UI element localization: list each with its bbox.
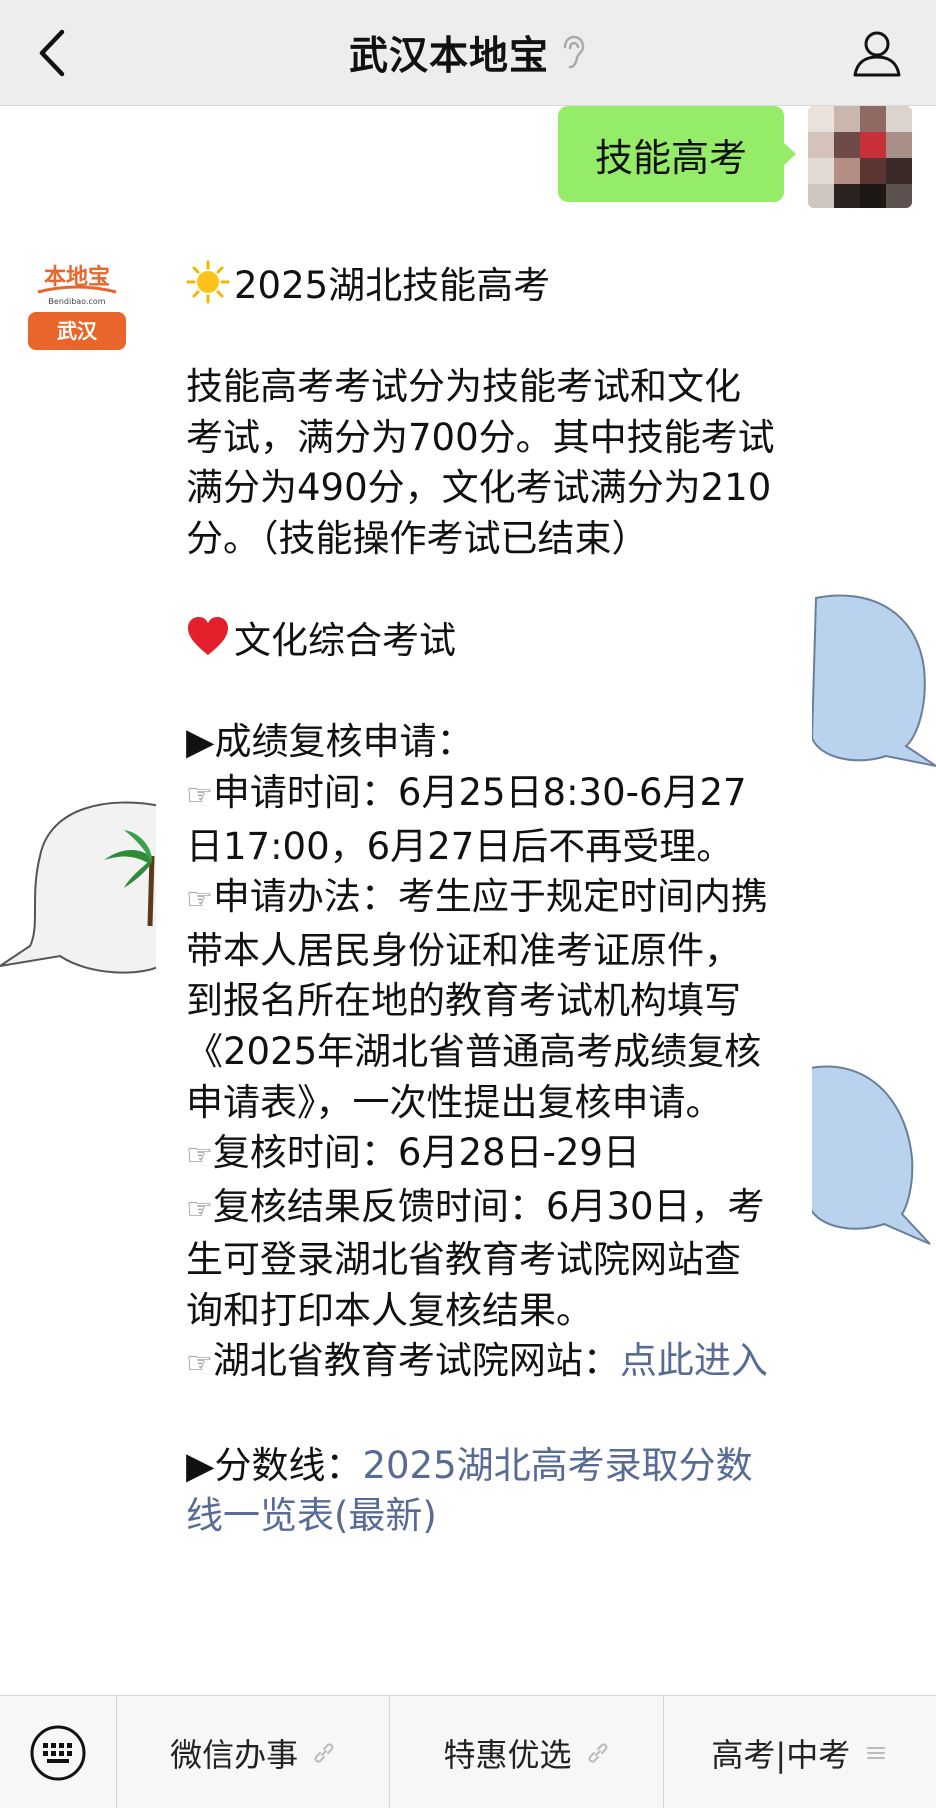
speech-bubble-doodle-right-top	[810, 594, 936, 767]
menu-item-label: 特惠优选	[443, 1735, 572, 1774]
user-avatar[interactable]	[808, 106, 912, 208]
list-item: ☞申请时间：6月25日8:30-6月27日17:00，6月27日后不再受理。	[186, 768, 776, 872]
review-time: 复核时间：6月28日-29日	[212, 1131, 640, 1175]
message-title: 2025湖北技能高考	[234, 264, 551, 307]
sun-emoji-icon	[186, 260, 230, 304]
message-title-line: 2025湖北技能高考	[186, 260, 776, 312]
list-item: ☞复核时间：6月28日-29日	[186, 1128, 776, 1182]
outgoing-bubble-tail	[783, 142, 796, 166]
pointing-hand-icon: ☞	[186, 1138, 213, 1174]
menu-item-wechat-services[interactable]: 微信办事	[117, 1696, 391, 1808]
bendibao-logo: 本地宝 Bendibao.com 武汉	[26, 254, 128, 352]
incoming-message-content: 2025湖北技能高考 技能高考考试分为技能考试和文化考试，满分为700分。其中技…	[186, 260, 776, 1542]
bottom-menu-bar: 微信办事 特惠优选 高考|中考	[0, 1695, 936, 1808]
pointing-hand-icon: ☞	[186, 777, 213, 813]
logo-domain-text: Bendibao.com	[48, 297, 105, 306]
profile-icon[interactable]	[852, 28, 902, 78]
link-icon	[588, 1742, 607, 1763]
menu-item-exams[interactable]: 高考|中考	[664, 1696, 936, 1808]
outgoing-message-bubble[interactable]: 技能高考	[558, 106, 784, 202]
enter-website-link[interactable]: 点此进入	[620, 1339, 768, 1382]
review-heading: ▶成绩复核申请：	[186, 720, 474, 764]
pointing-hand-icon: ☞	[186, 882, 213, 918]
review-feedback-time: 复核结果反馈时间：6月30日，考生可登录湖北省教育考试院网站查询和打印本人复核结…	[186, 1184, 765, 1332]
menu-item-label: 微信办事	[170, 1735, 299, 1774]
application-time: 申请时间：6月25日8:30-6月27日17:00，6月27日后不再受理。	[186, 770, 747, 868]
list-item: ☞申请办法：考生应于规定时间内携带本人居民身份证和准考证原件，到报名所在地的教育…	[186, 872, 776, 1128]
bendibao-avatar[interactable]: 本地宝 Bendibao.com 武汉	[26, 254, 128, 352]
navigation-bar: 武汉本地宝	[0, 0, 936, 106]
speech-bubble-doodle-right-bottom	[809, 1065, 931, 1245]
menu-item-label: 高考|中考	[711, 1735, 851, 1774]
chat-title: 武汉本地宝	[348, 34, 549, 79]
submenu-lines-icon	[867, 1746, 886, 1759]
pointing-hand-icon: ☞	[186, 1191, 213, 1227]
chat-area[interactable]: 技能高考 本地宝 Bendibao.com 武汉 2025湖北技能高考 技能高考…	[0, 106, 936, 1695]
heart-emoji-icon	[188, 617, 228, 656]
score-line: ▶分数线：2025湖北高考录取分数线一览表(最新)	[186, 1441, 776, 1542]
palm-speech-bubble-doodle	[0, 801, 160, 974]
website-label: 湖北省教育考试院网站：	[212, 1339, 620, 1383]
score-label: ▶分数线：	[186, 1443, 363, 1487]
logo-city-text: 武汉	[57, 319, 98, 343]
menu-item-special-offers[interactable]: 特惠优选	[390, 1696, 664, 1808]
section-title-line: 文化综合考试	[186, 615, 776, 667]
outgoing-message-text: 技能高考	[594, 135, 747, 180]
section-title: 文化综合考试	[234, 619, 456, 663]
pointing-hand-icon: ☞	[186, 1346, 213, 1382]
keyboard-icon	[30, 1725, 86, 1780]
link-icon	[314, 1742, 334, 1763]
keyboard-toggle-button[interactable]	[0, 1696, 117, 1808]
list-item: ☞湖北省教育考试院网站：点此进入	[186, 1336, 776, 1390]
message-intro: 技能高考考试分为技能考试和文化考试，满分为700分。其中技能考试满分为490分，…	[186, 365, 775, 560]
list-item: ☞复核结果反馈时间：6月30日，考生可登录湖北省教育考试院网站查询和打印本人复核…	[186, 1182, 776, 1337]
application-method: 申请办法：考生应于规定时间内携带本人居民身份证和准考证原件，到报名所在地的教育考…	[186, 875, 768, 1124]
user-avatar-image	[808, 106, 912, 208]
ear-mute-icon	[563, 35, 585, 69]
